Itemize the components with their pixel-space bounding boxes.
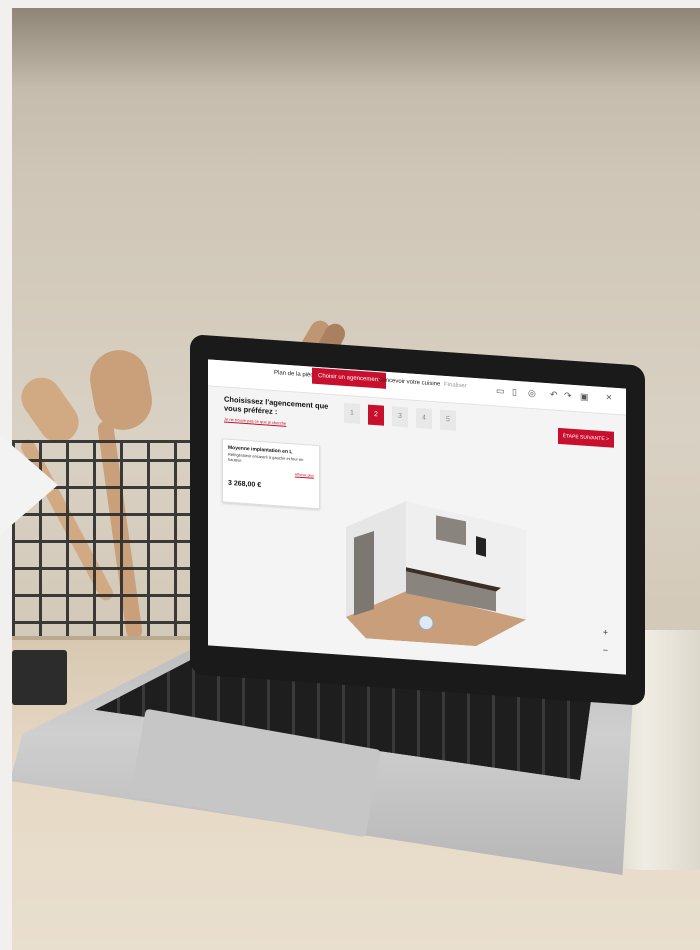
save-icon[interactable]: ▣ <box>580 391 589 403</box>
step-finalize[interactable]: Finaliser <box>444 382 467 390</box>
layout-option-2[interactable]: 2 <box>368 404 384 426</box>
chevron-right-icon[interactable] <box>0 435 58 535</box>
layout-option-1[interactable]: 1 <box>344 402 360 425</box>
kitchen-3d-preview[interactable] <box>326 496 536 651</box>
cabinet-tall <box>354 530 374 616</box>
layout-option-5[interactable]: 5 <box>440 409 456 431</box>
undo-icon[interactable]: ↶ <box>550 389 558 401</box>
layout-option-3[interactable]: 3 <box>392 406 408 428</box>
help-link[interactable]: Je ne trouve pas ce que je cherche <box>224 417 286 426</box>
layout-option-4[interactable]: 4 <box>416 407 432 430</box>
zoom-icon[interactable]: ◎ <box>528 388 536 400</box>
redo-icon[interactable]: ↷ <box>564 390 572 402</box>
show-more-link[interactable]: Afficher plus <box>295 472 314 477</box>
step-room-plan[interactable]: Plan de la pièce <box>274 370 317 379</box>
layout-card-description: Réfrigérateur encastré à gauche et four … <box>228 451 304 463</box>
range-hood <box>476 536 486 557</box>
close-icon[interactable]: × <box>606 392 612 403</box>
laptop-screen: Plan de la pièce Choisir un agencement C… <box>208 359 626 675</box>
trash-icon[interactable]: ▯ <box>512 387 517 398</box>
layout-card[interactable]: Moyenne implantation en L Réfrigérateur … <box>222 438 320 510</box>
move-control-icon <box>418 615 434 631</box>
step-choose-layout[interactable]: Choisir un agencement <box>312 367 386 389</box>
zoom-out-button[interactable]: − <box>603 645 608 655</box>
shelf-shadow <box>12 8 700 88</box>
zoom-in-button[interactable]: + <box>603 627 608 637</box>
next-step-button[interactable]: ÉTAPE SUIVANTE > <box>557 427 614 448</box>
step-design-kitchen[interactable]: Concevoir votre cuisine <box>378 377 440 387</box>
layout-card-price: 3 268,00 € <box>228 479 262 490</box>
frame-top <box>0 0 700 8</box>
slate-board <box>12 650 67 705</box>
photo: Plan de la pièce Choisir un agencement C… <box>0 0 700 950</box>
comment-icon[interactable]: ▭ <box>496 386 505 398</box>
